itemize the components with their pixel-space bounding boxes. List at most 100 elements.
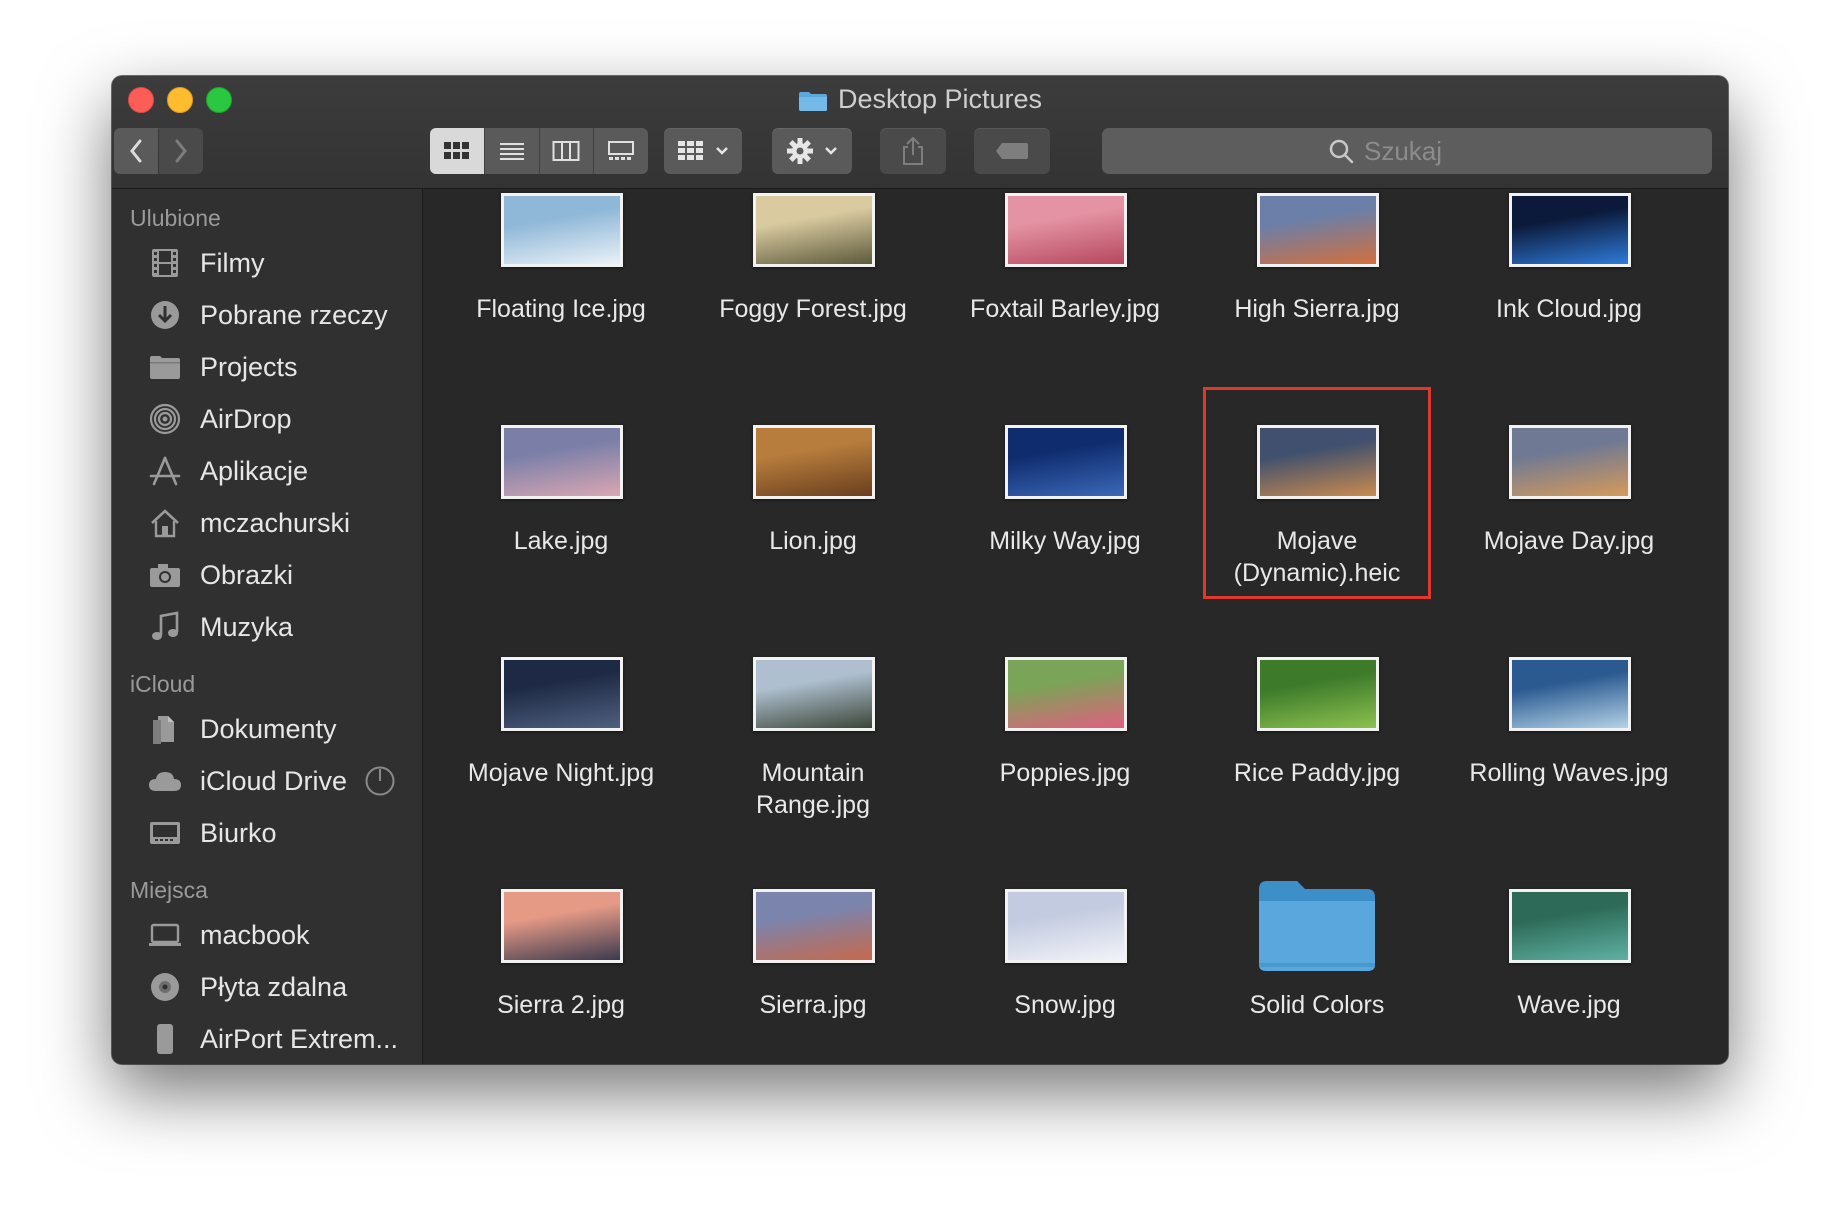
- disc-icon: [146, 970, 184, 1004]
- file-grid: Floating Ice.jpg Foggy Forest.jpg Foxtail …: [423, 189, 1728, 1064]
- forward-button[interactable]: [159, 128, 203, 174]
- icon-view-button[interactable]: [430, 128, 484, 174]
- search-input[interactable]: [1362, 134, 1486, 168]
- toolbar: Desktop Pictures: [112, 76, 1728, 189]
- sync-progress-icon: [364, 765, 396, 804]
- image-thumbnail[interactable]: [1509, 657, 1631, 731]
- list-view-button[interactable]: [483, 128, 539, 174]
- icon-view-icon: [443, 142, 469, 159]
- image-thumbnail[interactable]: [1005, 193, 1127, 267]
- sidebar: Ulubione Filmy Pobrane rzeczy Projects A…: [112, 189, 423, 1064]
- sidebar-item-plyta-zdalna[interactable]: Płyta zdalna: [112, 961, 422, 1013]
- file-name-label: Rice Paddy.jpg: [1233, 759, 1401, 787]
- image-thumbnail[interactable]: [753, 889, 875, 963]
- sidebar-section-title: Miejsca: [130, 877, 208, 903]
- image-thumbnail[interactable]: [501, 657, 623, 731]
- file-name-label: Mountain Range.jpg: [756, 759, 870, 819]
- file-name-label: Mojave Night.jpg: [467, 759, 655, 787]
- gallery-view-button[interactable]: [593, 128, 648, 174]
- file-name-label: Solid Colors: [1249, 991, 1385, 1019]
- sidebar-item-icloud-drive[interactable]: iCloud Drive: [112, 755, 422, 807]
- window-title: Desktop Pictures: [112, 84, 1728, 115]
- file-name-label: Sierra 2.jpg: [497, 991, 625, 1019]
- nav-group: [114, 128, 203, 174]
- sidebar-item-label: iCloud Drive: [200, 765, 348, 796]
- film-icon: [146, 246, 184, 280]
- image-thumbnail[interactable]: [1509, 889, 1631, 963]
- chevron-right-icon: [175, 139, 187, 163]
- music-icon: [146, 610, 184, 644]
- image-thumbnail[interactable]: [1257, 657, 1379, 731]
- image-thumbnail[interactable]: [501, 193, 623, 267]
- applications-icon: [146, 454, 184, 488]
- window-title-text: Desktop Pictures: [837, 84, 1043, 114]
- sidebar-item-macbook[interactable]: macbook: [112, 909, 422, 961]
- column-view-button[interactable]: [538, 128, 594, 174]
- image-thumbnail[interactable]: [753, 193, 875, 267]
- gallery-view-icon: [608, 141, 635, 160]
- image-thumbnail[interactable]: [1005, 657, 1127, 731]
- sidebar-item-muzyka[interactable]: Muzyka: [112, 601, 422, 653]
- airdrop-icon: [146, 402, 184, 436]
- sidebar-item-projects[interactable]: Projects: [112, 341, 422, 393]
- sidebar-item-aplikacje[interactable]: Aplikacje: [112, 445, 422, 497]
- airport-icon: [146, 1022, 184, 1056]
- file-name-label: Floating Ice.jpg: [476, 295, 646, 323]
- view-mode-control: [430, 128, 648, 174]
- sidebar-item-mczachurski[interactable]: mczachurski: [112, 497, 422, 549]
- selection-highlight: [1203, 387, 1431, 599]
- sidebar-item-label: Filmy: [200, 247, 265, 278]
- sidebar-item-biurko[interactable]: Biurko: [112, 807, 422, 859]
- desktop-icon: [146, 816, 184, 850]
- sidebar-item-label: Biurko: [200, 817, 277, 848]
- finder-window: Desktop Pictures Szukaj Ulubione Filmy P…: [112, 76, 1728, 1064]
- share-button[interactable]: [880, 128, 946, 174]
- image-thumbnail[interactable]: [1509, 193, 1631, 267]
- sidebar-item-label: AirPort Extrem...: [200, 1023, 399, 1054]
- sidebar-item-filmy[interactable]: Filmy: [112, 237, 422, 289]
- cloud-icon: [146, 764, 184, 798]
- chevron-down-icon: [825, 147, 837, 155]
- image-thumbnail[interactable]: [1257, 193, 1379, 267]
- sidebar-item-airdrop[interactable]: AirDrop: [112, 393, 422, 445]
- image-thumbnail[interactable]: [1509, 425, 1631, 499]
- image-thumbnail[interactable]: [753, 657, 875, 731]
- action-button[interactable]: [772, 128, 852, 174]
- sidebar-item-airport-extreme[interactable]: AirPort Extrem...: [112, 1013, 422, 1064]
- sidebar-section-title: iCloud: [130, 671, 196, 697]
- file-name-label: Wave.jpg: [1517, 991, 1621, 1019]
- sidebar-item-pobrane-rzeczy[interactable]: Pobrane rzeczy: [112, 289, 422, 341]
- tag-button[interactable]: [974, 128, 1050, 174]
- sidebar-item-label: Pobrane rzeczy: [200, 299, 388, 330]
- folder-icon: [146, 350, 184, 384]
- file-name-label: Lion.jpg: [769, 527, 857, 555]
- column-view-icon: [552, 141, 580, 161]
- file-name-label: Foxtail Barley.jpg: [970, 295, 1160, 323]
- sidebar-item-label: Projects: [200, 351, 298, 382]
- image-thumbnail[interactable]: [501, 889, 623, 963]
- folder-icon[interactable]: [1257, 881, 1377, 971]
- folder-icon: [798, 92, 827, 111]
- chevron-down-icon: [716, 147, 728, 155]
- image-thumbnail[interactable]: [1005, 889, 1127, 963]
- gear-icon: [787, 138, 813, 164]
- search-icon: [1329, 139, 1354, 164]
- laptop-icon: [146, 918, 184, 952]
- image-thumbnail[interactable]: [501, 425, 623, 499]
- chevron-left-icon: [130, 139, 142, 163]
- camera-icon: [146, 558, 184, 592]
- group-by-button[interactable]: [664, 128, 742, 174]
- file-name-label: Sierra.jpg: [759, 991, 867, 1019]
- list-view-icon: [499, 143, 524, 160]
- sidebar-item-label: Płyta zdalna: [200, 971, 348, 1002]
- image-thumbnail[interactable]: [753, 425, 875, 499]
- back-button[interactable]: [114, 128, 158, 174]
- search-field[interactable]: [1102, 128, 1712, 174]
- file-name-label: Mojave Day.jpg: [1483, 527, 1655, 555]
- file-name-label: Lake.jpg: [513, 527, 609, 555]
- sidebar-item-dokumenty[interactable]: Dokumenty: [112, 703, 422, 755]
- sidebar-item-obrazki[interactable]: Obrazki: [112, 549, 422, 601]
- image-thumbnail[interactable]: [1005, 425, 1127, 499]
- sidebar-item-label: Obrazki: [200, 559, 294, 590]
- sidebar-item-label: AirDrop: [200, 403, 292, 434]
